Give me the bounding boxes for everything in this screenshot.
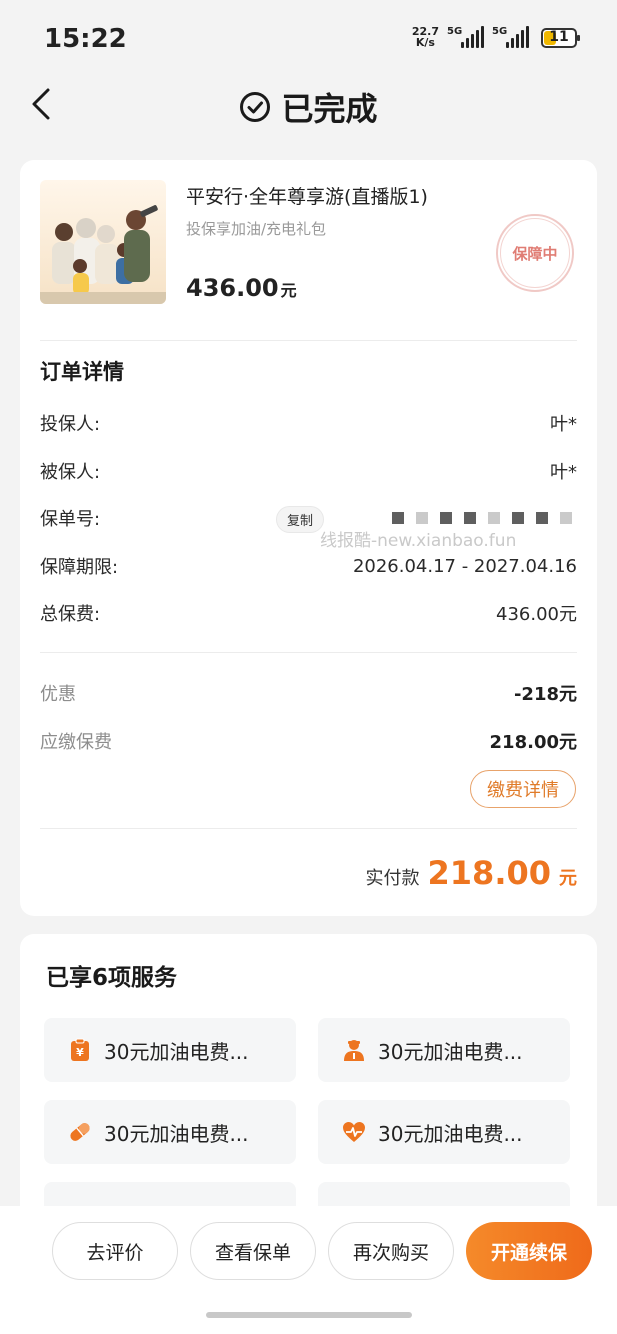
- row-label: 投保人:: [40, 414, 101, 435]
- network-label-2: 5G: [492, 26, 508, 37]
- payable-value: 218.00元: [489, 732, 577, 753]
- row-value: 2026.04.17 - 2027.04.16: [352, 555, 577, 577]
- review-button[interactable]: 去评价: [52, 1222, 178, 1280]
- family-photo-illustration: [40, 180, 166, 304]
- bottom-action-bar: 去评价 查看保单 再次购买 开通续保: [0, 1206, 617, 1334]
- discount-value: -218元: [513, 684, 577, 705]
- battery-level: 11: [549, 29, 569, 45]
- row-label: 总保费:: [40, 604, 101, 625]
- svg-text:¥: ¥: [76, 1046, 84, 1059]
- row-label: 保单号:: [40, 509, 101, 530]
- product-price-value: 436.00: [186, 274, 279, 302]
- service-item[interactable]: ¥ 30元加油电费...: [44, 1018, 296, 1082]
- status-stamp: 保障中: [496, 214, 574, 292]
- row-total-premium: 总保费: 436.00元: [40, 598, 577, 628]
- page-header: 已完成: [0, 70, 617, 142]
- copy-button[interactable]: 复制: [276, 506, 325, 533]
- row-label: 被保人:: [40, 462, 101, 483]
- paid-amount: 218.00: [427, 854, 551, 892]
- product-subtitle: 投保享加油/充电礼包: [186, 220, 327, 238]
- signal-2-icon: 5G: [492, 26, 529, 48]
- renew-button[interactable]: 开通续保: [466, 1222, 592, 1280]
- payable-label: 应缴保费: [40, 732, 112, 753]
- product-name: 平安行·全年尊享游(直播版1): [186, 186, 428, 208]
- services-card: 已享6项服务 ¥ 30元加油电费... 30元加油电费... 30元加油电费..…: [20, 934, 597, 1246]
- divider: [40, 652, 577, 653]
- service-label: 30元加油电费...: [378, 1039, 523, 1064]
- row-value: 叶*: [550, 414, 577, 435]
- divider: [40, 340, 577, 341]
- row-discount: 优惠 -218元: [40, 678, 577, 708]
- status-time: 15:22: [44, 24, 127, 54]
- status-stamp-text: 保障中: [500, 218, 570, 288]
- service-item[interactable]: 30元加油电费...: [318, 1018, 570, 1082]
- order-complete-page: 15:22 22.7 K/s 5G 5G 11 已完成 平安行·全年尊享游(直播…: [0, 0, 617, 1334]
- row-value: 436.00元: [496, 604, 577, 625]
- page-title: 已完成: [281, 90, 378, 128]
- status-bar: 15:22 22.7 K/s 5G 5G 11: [0, 0, 617, 70]
- network-label-1: 5G: [447, 26, 463, 37]
- service-label: 30元加油电费...: [104, 1121, 249, 1146]
- watermark-text: 线报酷-new.xianbao.fun: [320, 531, 517, 551]
- order-card: 平安行·全年尊享游(直播版1) 投保享加油/充电礼包 436.00 元 保障中 订…: [20, 160, 597, 916]
- row-policy-holder: 投保人: 叶*: [40, 408, 577, 438]
- speed-unit: K/s: [415, 36, 435, 49]
- paid-amount-row: 实付款 218.00 元: [366, 854, 577, 892]
- person-icon: [344, 1040, 364, 1061]
- service-label: 30元加油电费...: [104, 1039, 249, 1064]
- clipboard-yen-icon: ¥: [71, 1038, 89, 1061]
- row-payable: 应缴保费 218.00元: [40, 726, 577, 756]
- services-title: 已享6项服务: [46, 965, 178, 991]
- battery-icon: 11: [541, 28, 580, 48]
- row-coverage-period: 保障期限: 2026.04.17 - 2027.04.16: [40, 551, 577, 581]
- product-price-unit: 元: [280, 281, 297, 300]
- policy-number-masked: [392, 512, 572, 524]
- home-indicator[interactable]: [206, 1312, 412, 1318]
- paid-unit: 元: [559, 868, 577, 889]
- view-policy-button[interactable]: 查看保单: [190, 1222, 316, 1280]
- row-value: 叶*: [550, 462, 577, 483]
- discount-label: 优惠: [40, 684, 76, 705]
- payment-details-button[interactable]: 缴费详情: [470, 770, 576, 808]
- paid-label: 实付款: [365, 868, 420, 889]
- pill-icon: [70, 1123, 90, 1141]
- service-label: 30元加油电费...: [378, 1121, 523, 1146]
- divider: [40, 828, 577, 829]
- buy-again-button[interactable]: 再次购买: [328, 1222, 454, 1280]
- network-speed: 22.7 K/s: [412, 26, 439, 48]
- order-details-title: 订单详情: [40, 360, 124, 384]
- service-item[interactable]: 30元加油电费...: [318, 1100, 570, 1164]
- signal-1-icon: 5G: [447, 26, 484, 48]
- heart-pulse-icon: [343, 1122, 365, 1142]
- row-label: 保障期限:: [40, 557, 119, 578]
- product-image[interactable]: [40, 180, 166, 304]
- service-item[interactable]: 30元加油电费...: [44, 1100, 296, 1164]
- product-price: 436.00 元: [186, 274, 297, 302]
- title-wrap: 已完成: [0, 84, 617, 130]
- status-indicators: 22.7 K/s 5G 5G 11: [412, 26, 580, 48]
- row-insured: 被保人: 叶*: [40, 456, 577, 486]
- check-circle-icon: [240, 92, 271, 122]
